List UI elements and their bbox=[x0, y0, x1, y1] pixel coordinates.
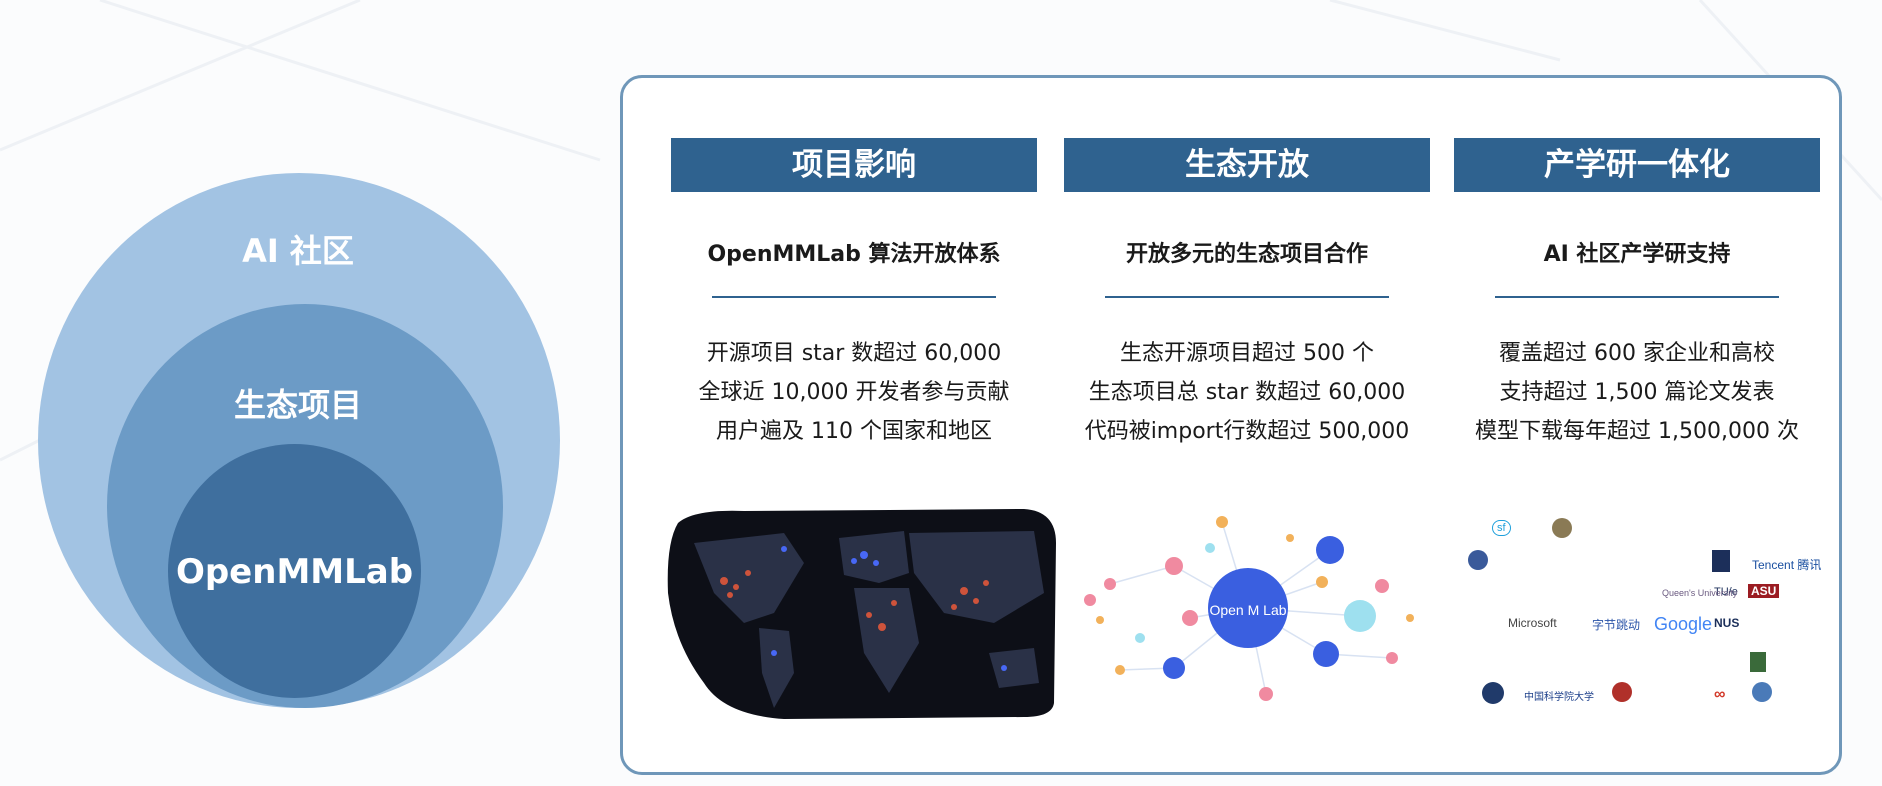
stat-line: 生态开源项目超过 500 个 bbox=[1120, 341, 1374, 366]
ucas-logo: 中国科学院大学 bbox=[1524, 692, 1594, 703]
stat-line: 生态项目总 star 数超过 60,000 bbox=[1088, 380, 1406, 405]
university-seal-logo bbox=[1752, 682, 1772, 702]
column-subtitle: OpenMMLab 算法开放体系 bbox=[707, 242, 1001, 267]
column-subtitle: AI 社区产学研支持 bbox=[1543, 242, 1731, 267]
bytedance-logo: 字节跳动 bbox=[1592, 618, 1641, 632]
stats-list: 生态开源项目超过 500 个 生态项目总 star 数超过 60,000 代码被… bbox=[1064, 334, 1430, 451]
university-crest-logo bbox=[1750, 652, 1766, 672]
tencent-logo: Tencent 腾讯 bbox=[1752, 558, 1822, 572]
ecosystem-label: 生态项目 bbox=[233, 386, 362, 424]
column-industry-academia: 产学研一体化 AI 社区产学研支持 覆盖超过 600 家企业和高校 支持超过 1… bbox=[1454, 138, 1820, 451]
asu-logo: ASU bbox=[1748, 584, 1780, 598]
column-ecosystem-open: 生态开放 开放多元的生态项目合作 生态开源项目超过 500 个 生态项目总 st… bbox=[1064, 138, 1430, 451]
brand-mark-logo: ∞ bbox=[1714, 686, 1726, 703]
stat-line: 开源项目 star 数超过 60,000 bbox=[706, 341, 1002, 366]
stat-line: 全球近 10,000 开发者参与贡献 bbox=[698, 380, 1010, 405]
network-hub-label: Open M Lab bbox=[1209, 602, 1286, 618]
university-seal-logo bbox=[1482, 682, 1504, 704]
column-project-impact: 项目影响 OpenMMLab 算法开放体系 开源项目 star 数超过 60,0… bbox=[671, 138, 1037, 451]
ai-community-label: AI 社区 bbox=[242, 232, 354, 270]
stat-line: 覆盖超过 600 家企业和高校 bbox=[1499, 341, 1775, 366]
stat-line: 代码被import行数超过 500,000 bbox=[1084, 419, 1410, 444]
stat-line: 支持超过 1,500 篇论文发表 bbox=[1499, 380, 1775, 405]
nus-logo: NUS bbox=[1714, 616, 1740, 630]
university-seal-logo bbox=[1552, 518, 1572, 538]
university-seal-logo bbox=[1468, 550, 1488, 570]
stats-list: 覆盖超过 600 家企业和高校 支持超过 1,500 篇论文发表 模型下载每年超… bbox=[1454, 334, 1820, 451]
ecosystem-network-graph: Open M Lab bbox=[1084, 516, 1414, 701]
google-logo: Google bbox=[1654, 614, 1713, 634]
partner-logos: sf Tencent 腾讯 ASU TU/e Queen's Universit… bbox=[1462, 510, 1821, 720]
world-map-image bbox=[667, 509, 1056, 719]
stat-line: 用户遍及 110 个国家和地区 bbox=[716, 419, 992, 444]
column-subtitle: 开放多元的生态项目合作 bbox=[1125, 242, 1368, 267]
stats-list: 开源项目 star 数超过 60,000 全球近 10,000 开发者参与贡献 … bbox=[671, 334, 1037, 451]
university-seal-logo bbox=[1612, 682, 1632, 702]
column-header: 产学研一体化 bbox=[1454, 138, 1820, 192]
queens-university-logo: Queen's University bbox=[1662, 588, 1738, 598]
divider bbox=[712, 296, 996, 298]
column-header: 生态开放 bbox=[1064, 138, 1430, 192]
column-header: 项目影响 bbox=[671, 138, 1037, 192]
divider bbox=[1105, 296, 1389, 298]
university-crest-logo bbox=[1712, 550, 1730, 572]
salesforce-logo: sf bbox=[1492, 520, 1511, 536]
divider bbox=[1495, 296, 1779, 298]
microsoft-logo: Microsoft bbox=[1508, 616, 1557, 630]
stat-line: 模型下载每年超过 1,500,000 次 bbox=[1475, 419, 1799, 444]
openmmlab-label: OpenMMLab bbox=[175, 552, 414, 592]
